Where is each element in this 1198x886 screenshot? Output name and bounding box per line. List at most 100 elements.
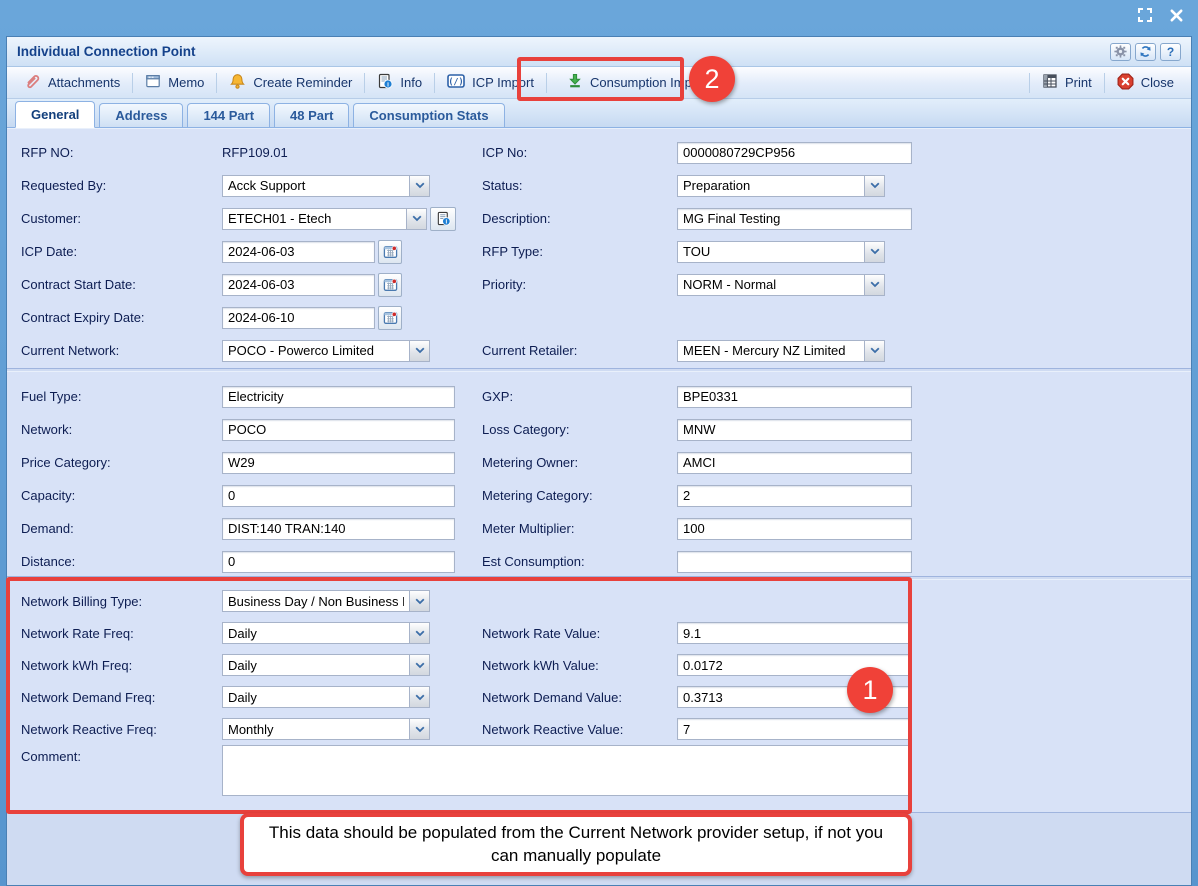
field-requested-by-combobox[interactable] <box>222 175 430 197</box>
field-status-combobox[interactable] <box>677 175 885 197</box>
window-close-icon[interactable] <box>1169 7 1184 23</box>
field-contract-expiry-date-input[interactable] <box>222 307 375 329</box>
field-metering-category-label: Metering Category: <box>482 488 677 503</box>
field-status-input[interactable] <box>678 176 864 196</box>
icp-import-button[interactable]: (/) ICP Import <box>438 69 543 96</box>
field-network-rate-value-input[interactable] <box>677 622 912 644</box>
chevron-down-icon[interactable] <box>409 655 429 675</box>
help-icon[interactable]: ? <box>1160 43 1181 61</box>
field-network-billing-type-input[interactable] <box>223 591 409 611</box>
field-current-network-input[interactable] <box>223 341 409 361</box>
form-row: Comment: <box>7 745 1191 777</box>
tab-consumption-stats[interactable]: Consumption Stats <box>353 103 504 127</box>
field-rfp-type-input[interactable] <box>678 242 864 262</box>
chevron-down-icon[interactable] <box>409 623 429 643</box>
field-demand-input[interactable] <box>222 518 455 540</box>
calendar-icon[interactable] <box>378 273 402 297</box>
field-fuel-type-input[interactable] <box>222 386 455 408</box>
calendar-icon[interactable] <box>378 306 402 330</box>
field-customer-input[interactable] <box>223 209 406 229</box>
field-rfp-type-combobox[interactable] <box>677 241 885 263</box>
field-current-retailer-input[interactable] <box>678 341 864 361</box>
chevron-down-icon[interactable] <box>864 275 884 295</box>
field-priority-input[interactable] <box>678 275 864 295</box>
chevron-down-icon[interactable] <box>409 591 429 611</box>
calendar-icon[interactable] <box>378 240 402 264</box>
gear-icon[interactable] <box>1110 43 1131 61</box>
tab-144-part[interactable]: 144 Part <box>187 103 270 127</box>
control-cell <box>222 175 455 197</box>
field-network-kwh-freq-input[interactable] <box>223 655 409 675</box>
field-requested-by-input[interactable] <box>223 176 409 196</box>
field-meter-multiplier-input[interactable] <box>677 518 912 540</box>
field-network-reactive-freq-combobox[interactable] <box>222 718 430 740</box>
field-icp-no-input[interactable] <box>677 142 912 164</box>
chevron-down-icon[interactable] <box>864 242 884 262</box>
field-icp-date-input[interactable] <box>222 241 375 263</box>
field-comment-textarea[interactable] <box>222 745 912 796</box>
tab-general[interactable]: General <box>15 101 95 128</box>
individual-connection-point-dialog: Individual Connection Point <box>6 36 1192 886</box>
control-cell <box>677 622 912 644</box>
chevron-down-icon[interactable] <box>409 719 429 739</box>
field-network-reactive-freq-input[interactable] <box>223 719 409 739</box>
field-network-rate-freq-input[interactable] <box>223 623 409 643</box>
field-customer: i <box>222 207 456 231</box>
chevron-down-icon[interactable] <box>409 687 429 707</box>
chevron-down-icon[interactable] <box>406 209 426 229</box>
print-button[interactable]: Print <box>1033 69 1101 96</box>
customer-info-icon[interactable]: i <box>430 207 456 231</box>
field-loss-category-label: Loss Category: <box>482 422 677 437</box>
create-reminder-button[interactable]: Create Reminder <box>220 69 361 97</box>
info-label: Info <box>400 75 422 90</box>
consumption-import-button[interactable]: Consumption Import <box>558 69 716 96</box>
field-capacity-input[interactable] <box>222 485 455 507</box>
field-priority-combobox[interactable] <box>677 274 885 296</box>
field-network-kwh-freq-combobox[interactable] <box>222 654 430 676</box>
field-current-network-combobox[interactable] <box>222 340 430 362</box>
chevron-down-icon[interactable] <box>864 341 884 361</box>
tab-consumption-stats-label: Consumption Stats <box>369 108 488 123</box>
field-network-demand-freq-combobox[interactable] <box>222 686 430 708</box>
dialog-header-tools: ? <box>1110 43 1181 61</box>
control-cell <box>222 518 455 540</box>
control-cell <box>222 306 455 330</box>
chevron-down-icon[interactable] <box>409 176 429 196</box>
field-current-retailer-combobox[interactable] <box>677 340 885 362</box>
field-description-input[interactable] <box>677 208 912 230</box>
field-metering-category-input[interactable] <box>677 485 912 507</box>
field-network-kwh-value-input[interactable] <box>677 654 912 676</box>
memo-button[interactable]: Memo <box>136 69 213 96</box>
field-est-consumption-input[interactable] <box>677 551 912 573</box>
field-network-reactive-value-input[interactable] <box>677 718 912 740</box>
field-metering-owner-input[interactable] <box>677 452 912 474</box>
close-button[interactable]: Close <box>1108 69 1183 97</box>
attachments-button[interactable]: Attachments <box>15 69 129 97</box>
form-row: Contract Expiry Date: <box>7 301 1191 334</box>
tab-address[interactable]: Address <box>99 103 183 127</box>
field-network-demand-freq-input[interactable] <box>223 687 409 707</box>
field-distance-label: Distance: <box>21 554 222 569</box>
fullscreen-icon[interactable] <box>1137 7 1153 23</box>
refresh-icon[interactable] <box>1135 43 1156 61</box>
info-button[interactable]: i Info <box>368 69 431 96</box>
field-current-network-label: Current Network: <box>21 343 222 358</box>
field-price-category-input[interactable] <box>222 452 455 474</box>
tab-48-part[interactable]: 48 Part <box>274 103 349 127</box>
bell-icon <box>229 73 246 93</box>
chevron-down-icon[interactable] <box>864 176 884 196</box>
field-contract-start-date-input[interactable] <box>222 274 375 296</box>
field-customer-combobox[interactable] <box>222 208 427 230</box>
toolbar-right: Print Close <box>1026 69 1183 97</box>
field-network-rate-freq-combobox[interactable] <box>222 622 430 644</box>
toolbar-separator <box>434 73 435 93</box>
field-network-demand-value-input[interactable] <box>677 686 912 708</box>
chevron-down-icon[interactable] <box>409 341 429 361</box>
field-network-input[interactable] <box>222 419 455 441</box>
field-distance-input[interactable] <box>222 551 455 573</box>
field-gxp-input[interactable] <box>677 386 912 408</box>
field-loss-category-input[interactable] <box>677 419 912 441</box>
control-cell <box>677 208 912 230</box>
svg-text:i: i <box>387 81 389 88</box>
field-network-billing-type-combobox[interactable] <box>222 590 430 612</box>
